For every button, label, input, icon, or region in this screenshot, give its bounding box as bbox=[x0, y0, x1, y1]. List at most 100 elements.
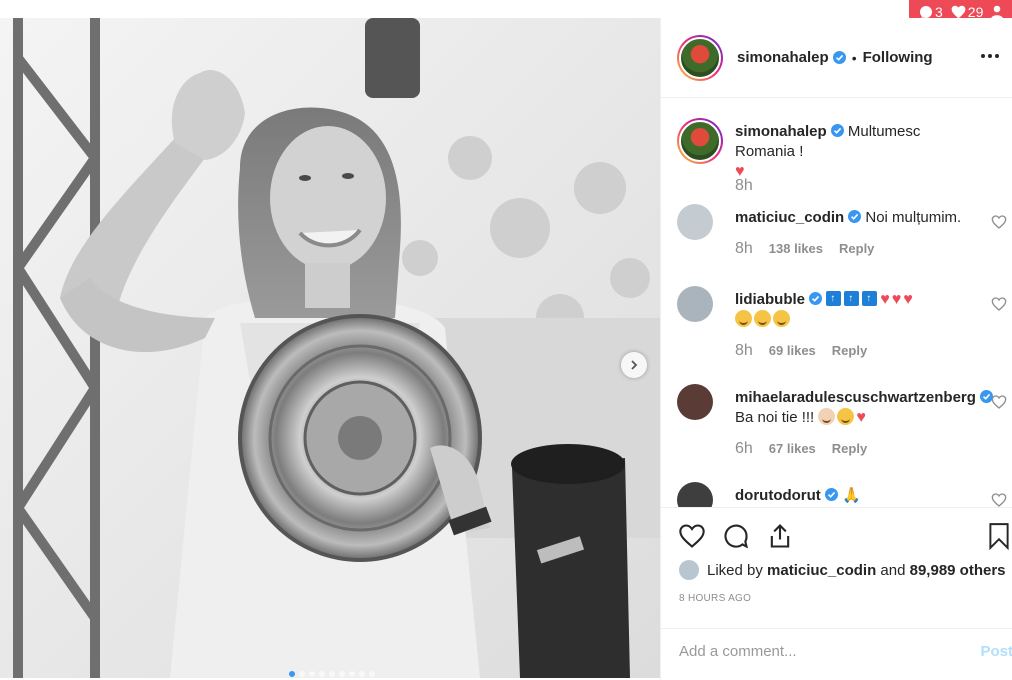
add-comment-bar: Post bbox=[661, 628, 1012, 680]
carousel-next-button[interactable] bbox=[621, 352, 647, 378]
photo-image bbox=[0, 18, 660, 678]
verified-badge-icon bbox=[809, 292, 823, 305]
liker-avatar[interactable] bbox=[679, 560, 699, 580]
more-options-button[interactable] bbox=[980, 46, 1000, 66]
share-icon[interactable] bbox=[766, 522, 794, 550]
person-icon bbox=[991, 5, 1004, 19]
verified-badge-icon bbox=[830, 124, 844, 137]
caption-avatar[interactable] bbox=[677, 118, 723, 164]
liked-by-others[interactable]: 89,989 others bbox=[910, 562, 1006, 579]
comment-username[interactable]: mihaelaradulescuschwartzenberg bbox=[735, 389, 976, 406]
commenter-avatar[interactable] bbox=[677, 286, 713, 322]
commenter-avatar[interactable] bbox=[677, 482, 713, 507]
comment-meta: 8h 138 likes Reply bbox=[735, 240, 874, 258]
comment-text: Ba noi tie !!! bbox=[735, 409, 815, 426]
post-comment-button[interactable]: Post bbox=[980, 643, 1012, 660]
like-comment-heart-icon[interactable] bbox=[991, 296, 1007, 312]
carousel-dot[interactable] bbox=[339, 671, 345, 677]
reply-button[interactable]: Reply bbox=[832, 441, 867, 456]
top-emoji bbox=[844, 289, 860, 319]
smiling-face-emoji bbox=[754, 310, 771, 327]
smiling-face-emoji bbox=[735, 310, 752, 327]
comment-meta: 8h bbox=[735, 177, 753, 195]
like-comment-heart-icon[interactable] bbox=[991, 214, 1007, 230]
comment-username[interactable]: maticiuc_codin bbox=[735, 209, 844, 226]
comment-likes[interactable]: 67 likes bbox=[769, 441, 816, 456]
more-dot bbox=[981, 54, 985, 58]
comment-bubble-icon bbox=[920, 6, 932, 18]
bookmark-icon[interactable] bbox=[987, 522, 1011, 550]
author-avatar[interactable] bbox=[677, 34, 723, 81]
face-blowing-kiss-emoji bbox=[837, 408, 855, 425]
red-heart-emoji: ♥ bbox=[903, 291, 913, 308]
commenter-avatar[interactable] bbox=[677, 384, 713, 420]
caption-comment: simonahalep Multumesc Romania ! ♥ 8h bbox=[677, 118, 1007, 198]
comment-time[interactable]: 8h bbox=[735, 177, 753, 195]
comment-username[interactable]: dorutodorut bbox=[735, 487, 821, 504]
clapping-hands-emoji bbox=[818, 408, 836, 425]
verified-badge-icon bbox=[832, 51, 846, 64]
comment-item: lidiabuble ♥♥♥ 8h 69 likes Reply bbox=[677, 286, 1007, 366]
author-username[interactable]: simonahalep bbox=[737, 49, 829, 66]
comment-meta: 6h 67 likes Reply bbox=[735, 440, 867, 458]
comment-icon[interactable] bbox=[722, 522, 750, 550]
smiling-face-emoji bbox=[773, 310, 790, 327]
post-header: simonahalep • Following bbox=[661, 18, 1012, 98]
carousel-dot[interactable] bbox=[329, 671, 335, 677]
carousel-dot[interactable] bbox=[349, 671, 355, 677]
comment-body: mihaelaradulescuschwartzenberg Ba noi ti… bbox=[735, 388, 997, 428]
comment-username[interactable]: lidiabuble bbox=[735, 291, 805, 308]
comment-likes[interactable]: 69 likes bbox=[769, 343, 816, 358]
red-heart-emoji: ♥ bbox=[891, 291, 902, 308]
red-heart-emoji: ♥ bbox=[856, 409, 866, 426]
post-photo[interactable] bbox=[0, 18, 660, 678]
liked-by-summary: Liked by maticiuc_codin and 89,989 other… bbox=[679, 560, 1006, 580]
comment-time[interactable]: 8h bbox=[735, 240, 753, 258]
comment-meta: 8h 69 likes Reply bbox=[735, 342, 867, 360]
carousel-dot[interactable] bbox=[309, 671, 315, 677]
comment-body: simonahalep Multumesc Romania ! ♥ bbox=[735, 122, 983, 182]
reply-button[interactable]: Reply bbox=[832, 343, 867, 358]
instagram-post-view: 3 29 simonahalep • Following simonahalep… bbox=[0, 0, 1012, 680]
liker-username[interactable]: maticiuc_codin bbox=[767, 562, 876, 579]
verified-badge-icon bbox=[824, 488, 838, 501]
comment-likes[interactable]: 138 likes bbox=[769, 241, 823, 256]
comment-item: maticiuc_codin Noi mulțumim. 8h 138 like… bbox=[677, 204, 1007, 264]
like-comment-heart-icon[interactable] bbox=[991, 492, 1007, 507]
comment-time[interactable]: 8h bbox=[735, 342, 753, 360]
chevron-right-icon bbox=[631, 360, 638, 370]
post-actions: Liked by maticiuc_codin and 89,989 other… bbox=[661, 507, 1012, 632]
carousel-dots bbox=[289, 671, 375, 677]
post-side-panel: simonahalep • Following simonahalep Mult… bbox=[660, 18, 1012, 680]
folded-hands-emoji: 🙏 bbox=[841, 487, 861, 504]
carousel-dot[interactable] bbox=[369, 671, 375, 677]
carousel-dot[interactable] bbox=[319, 671, 325, 677]
red-heart-emoji: ♥ bbox=[880, 291, 890, 308]
carousel-dot[interactable] bbox=[359, 671, 365, 677]
like-heart-icon[interactable] bbox=[678, 522, 706, 550]
carousel-dot[interactable] bbox=[289, 671, 295, 677]
comment-body: dorutodorut 🙏 bbox=[735, 486, 983, 506]
comment-input[interactable] bbox=[679, 643, 959, 660]
post-timestamp[interactable]: 8 HOURS AGO bbox=[679, 593, 751, 604]
top-emoji bbox=[826, 289, 842, 319]
comment-body: lidiabuble ♥♥♥ bbox=[735, 289, 983, 330]
comment-username[interactable]: simonahalep bbox=[735, 123, 827, 140]
reply-button[interactable]: Reply bbox=[839, 241, 874, 256]
carousel-dot[interactable] bbox=[299, 671, 305, 677]
commenter-avatar[interactable] bbox=[677, 204, 713, 240]
comment-text: Noi mulțumim. bbox=[865, 209, 962, 226]
comment-time[interactable]: 6h bbox=[735, 440, 753, 458]
avatar-image bbox=[679, 120, 721, 162]
comment-body: maticiuc_codin Noi mulțumim. bbox=[735, 208, 983, 228]
like-comment-heart-icon[interactable] bbox=[991, 394, 1007, 410]
separator-dot: • bbox=[851, 49, 857, 66]
comments-list[interactable]: simonahalep Multumesc Romania ! ♥ 8h mat… bbox=[661, 99, 1012, 507]
more-dot bbox=[995, 54, 999, 58]
liked-by-prefix: Liked by bbox=[707, 561, 763, 579]
avatar-image bbox=[679, 36, 721, 79]
comment-item: dorutodorut 🙏 bbox=[677, 482, 1007, 507]
top-emoji bbox=[862, 289, 878, 319]
following-button[interactable]: Following bbox=[863, 49, 933, 66]
comment-item: mihaelaradulescuschwartzenberg Ba noi ti… bbox=[677, 384, 1007, 464]
